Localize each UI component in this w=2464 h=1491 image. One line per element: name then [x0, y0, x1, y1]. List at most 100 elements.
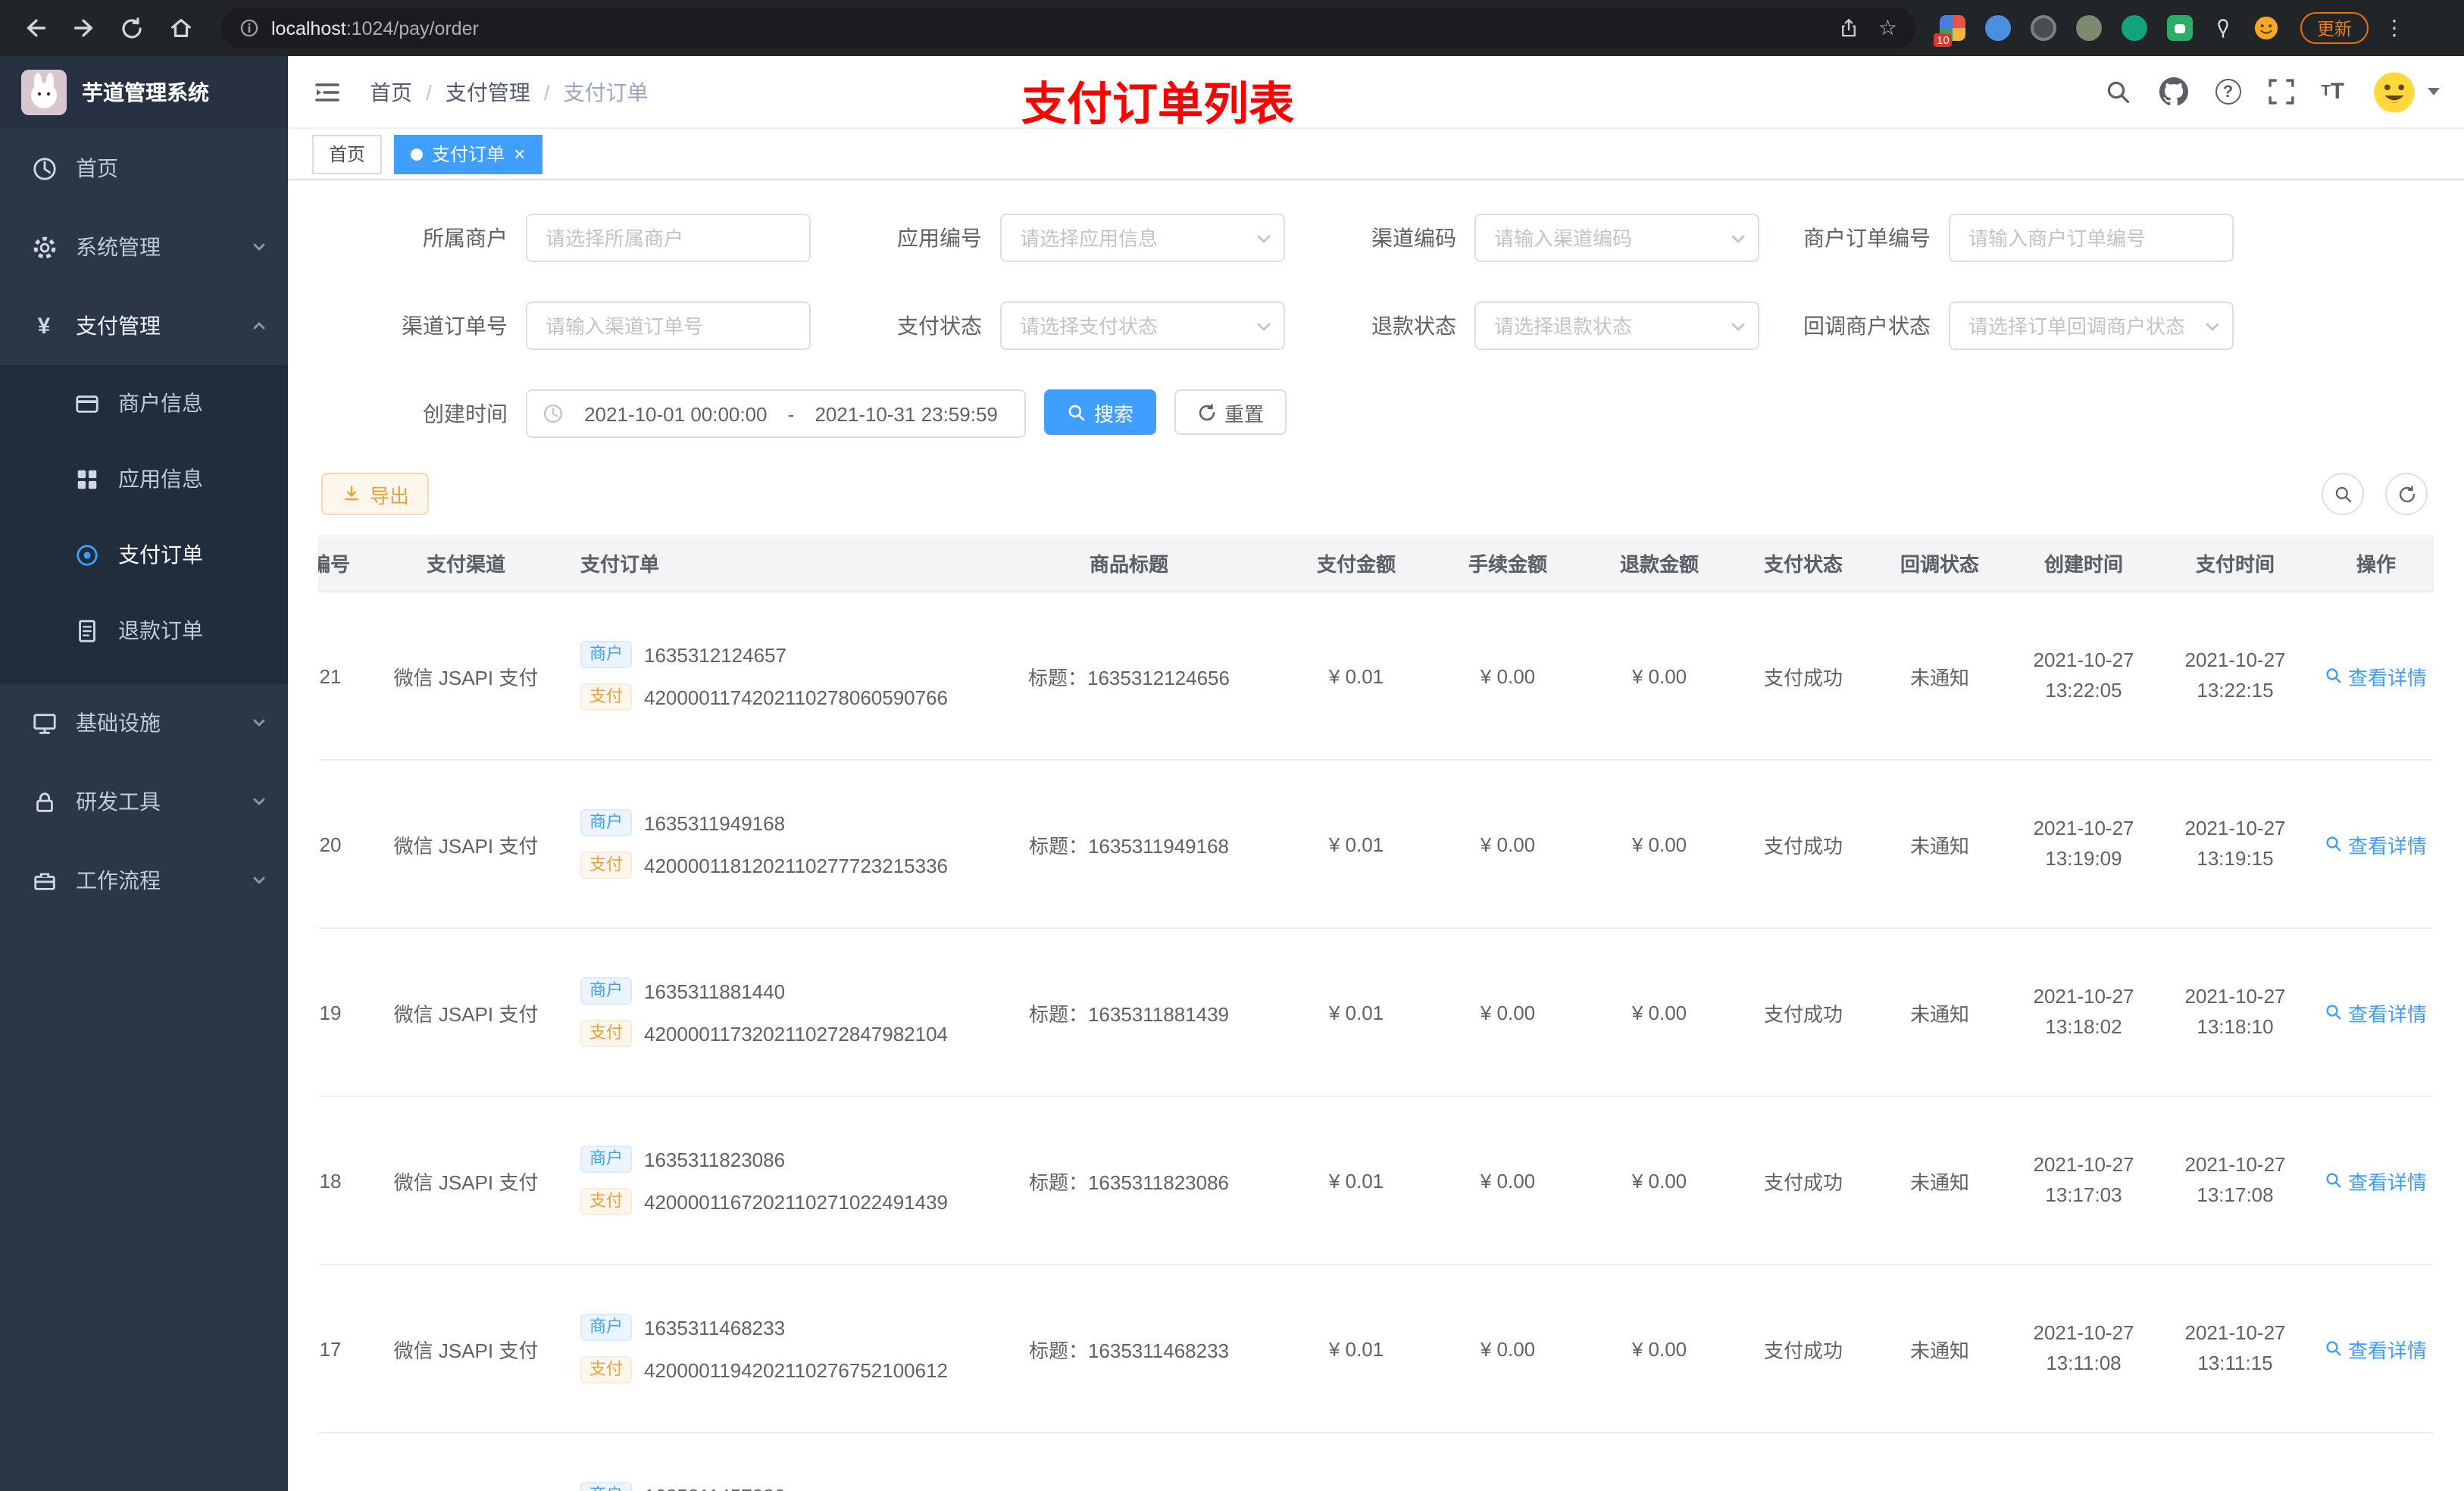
extension-icon[interactable]	[1985, 15, 2011, 41]
sidebar-item-merchant-info[interactable]: 商户信息	[0, 365, 288, 441]
merchant-tag: 商户	[580, 977, 632, 1005]
site-info-icon[interactable]	[239, 18, 259, 38]
sidebar-item-system[interactable]: 系统管理	[0, 208, 288, 286]
dashboard-icon	[30, 155, 58, 181]
extension-icon[interactable]	[2076, 15, 2102, 41]
extension-icon[interactable]	[2031, 15, 2056, 41]
cell-fee: ¥ 0.00	[1480, 1169, 1536, 1192]
search-button[interactable]: 搜索	[1044, 389, 1157, 435]
breadcrumb-separator: /	[543, 80, 550, 104]
app-logo: 芋道管理系统	[0, 56, 288, 129]
filter-create-time: 创建时间 2021-10-01 00:00:00 - 2021-10-31 23…	[336, 389, 1026, 438]
search-icon[interactable]	[2104, 78, 2131, 105]
main-content: 所属商户 应用编号 渠道编码	[288, 180, 2464, 1491]
sidebar-item-label: 商户信息	[118, 391, 203, 415]
date-separator: -	[787, 402, 795, 425]
font-size-icon[interactable]: TT	[2321, 79, 2344, 105]
github-icon[interactable]	[2159, 77, 2188, 106]
filter-label: 应用编号	[897, 226, 982, 250]
view-detail-link[interactable]: 查看详情	[2325, 998, 2427, 1027]
date-start: 2021-10-01 00:00:00	[584, 402, 768, 425]
breadcrumb-payment[interactable]: 支付管理	[446, 77, 530, 107]
sidebar-item-infrastructure[interactable]: 基础设施	[0, 683, 288, 762]
table-row: 20 微信 JSAPI 支付 商户 1635311949168 支付 4200001…	[318, 761, 2434, 929]
address-bar[interactable]: localhost:1024/pay/order ☆	[221, 8, 1915, 48]
sidebar-item-pay-order[interactable]: 支付订单	[0, 517, 288, 592]
date-range-input[interactable]: 2021-10-01 00:00:00 - 2021-10-31 23:59:5…	[526, 389, 1026, 438]
reset-button[interactable]: 重置	[1174, 389, 1287, 435]
filter-label: 退款状态	[1371, 314, 1456, 338]
chevron-down-icon	[252, 794, 267, 809]
toggle-search-button[interactable]	[2322, 473, 2364, 515]
date-end: 2021-10-31 23:59:59	[815, 402, 998, 425]
channel-code-select[interactable]	[1474, 214, 1759, 262]
export-button[interactable]: 导出	[321, 473, 430, 515]
sidebar-item-app-info[interactable]: 应用信息	[0, 441, 288, 517]
extension-icon[interactable]	[2122, 15, 2147, 41]
view-detail-link[interactable]: 查看详情	[2325, 830, 2427, 858]
merchant-order-input[interactable]	[1949, 214, 2234, 262]
filter-label: 所属商户	[423, 226, 508, 250]
cell-refund: ¥ 0.00	[1631, 1337, 1687, 1360]
filter-label: 商户订单编号	[1803, 226, 1931, 250]
merchant-tag: 商户	[580, 1146, 632, 1173]
pay-status-select[interactable]	[1000, 302, 1285, 350]
help-icon[interactable]: ?	[2215, 79, 2241, 105]
sidebar-item-label: 研发工具	[76, 789, 161, 814]
breadcrumb-current: 支付订单	[563, 80, 649, 104]
share-icon[interactable]	[1839, 17, 1860, 39]
merchant-select[interactable]	[526, 214, 811, 262]
cell-channel: 微信 JSAPI 支付	[393, 1171, 539, 1193]
hamburger-icon[interactable]	[312, 77, 342, 107]
profile-avatar-icon[interactable]	[2253, 15, 2279, 41]
sidebar-item-dev-tools[interactable]: 研发工具	[0, 762, 288, 841]
view-detail-link[interactable]: 查看详情	[2325, 661, 2427, 690]
app-title: 芋道管理系统	[82, 80, 209, 105]
filter-channel-code: 渠道编码	[1285, 214, 1759, 262]
extension-icon[interactable]	[2167, 15, 2193, 41]
channel-order-input[interactable]	[526, 302, 811, 350]
sidebar-item-home[interactable]: 首页	[0, 129, 288, 208]
back-icon[interactable]	[18, 11, 52, 45]
search-button-label: 搜索	[1094, 402, 1134, 425]
notify-status-select[interactable]	[1949, 302, 2234, 350]
app-select[interactable]	[1000, 214, 1285, 262]
cell-fee: ¥ 0.00	[1480, 833, 1536, 855]
extension-icon[interactable]: 10	[1934, 15, 1965, 47]
sidebar-item-refund-order[interactable]: 退款订单	[0, 592, 288, 668]
extensions-pin-icon[interactable]	[2212, 17, 2234, 39]
fullscreen-icon[interactable]	[2268, 79, 2294, 105]
cell-id: 18	[319, 1169, 342, 1192]
view-detail-link[interactable]: 查看详情	[2325, 1166, 2427, 1195]
app-header: 首页 / 支付管理 / 支付订单 支付订单列表 ? TT	[288, 56, 2464, 130]
forward-icon[interactable]	[67, 11, 100, 45]
cell-order: 商户 1635311823086 支付 4200001167202110271022…	[568, 1146, 977, 1215]
tab-pay-order[interactable]: 支付订单 ×	[394, 134, 543, 173]
user-menu[interactable]	[2372, 69, 2440, 114]
cell-refund: ¥ 0.00	[1631, 664, 1687, 687]
cell-amount: ¥ 0.01	[1328, 1001, 1384, 1024]
filter-notify-status: 回调商户状态	[1759, 302, 2234, 350]
home-icon[interactable]	[164, 11, 197, 45]
filter-channel-order-no: 渠道订单号	[336, 302, 811, 350]
breadcrumb-home[interactable]: 首页	[370, 77, 412, 107]
tab-close-icon[interactable]: ×	[514, 144, 525, 164]
view-detail-link[interactable]: 查看详情	[2325, 1334, 2427, 1363]
cell-channel: 微信 JSAPI 支付	[393, 1002, 539, 1025]
extension-badge: 10	[1934, 33, 1953, 47]
tab-home[interactable]: 首页	[312, 134, 383, 173]
cell-id: 19	[319, 1001, 342, 1024]
cell-status: 支付成功	[1763, 1339, 1843, 1361]
refund-status-select[interactable]	[1474, 302, 1759, 350]
cell-title: 标题：1635311881439	[1028, 1002, 1230, 1025]
reload-icon[interactable]	[115, 11, 149, 45]
sidebar-item-workflow[interactable]: 工作流程	[0, 841, 288, 920]
chrome-update-button[interactable]: 更新	[2300, 12, 2369, 44]
bookmark-star-icon[interactable]: ☆	[1878, 15, 1897, 41]
cell-refund: ¥ 0.00	[1631, 1001, 1687, 1024]
sidebar-item-payment[interactable]: ¥ 支付管理	[0, 286, 288, 365]
browser-menu-icon[interactable]: ⋮	[2384, 15, 2405, 41]
merchant-order-no: 1635311457236	[644, 1484, 785, 1491]
refresh-table-button[interactable]	[2385, 473, 2428, 515]
grid-icon	[73, 466, 100, 492]
